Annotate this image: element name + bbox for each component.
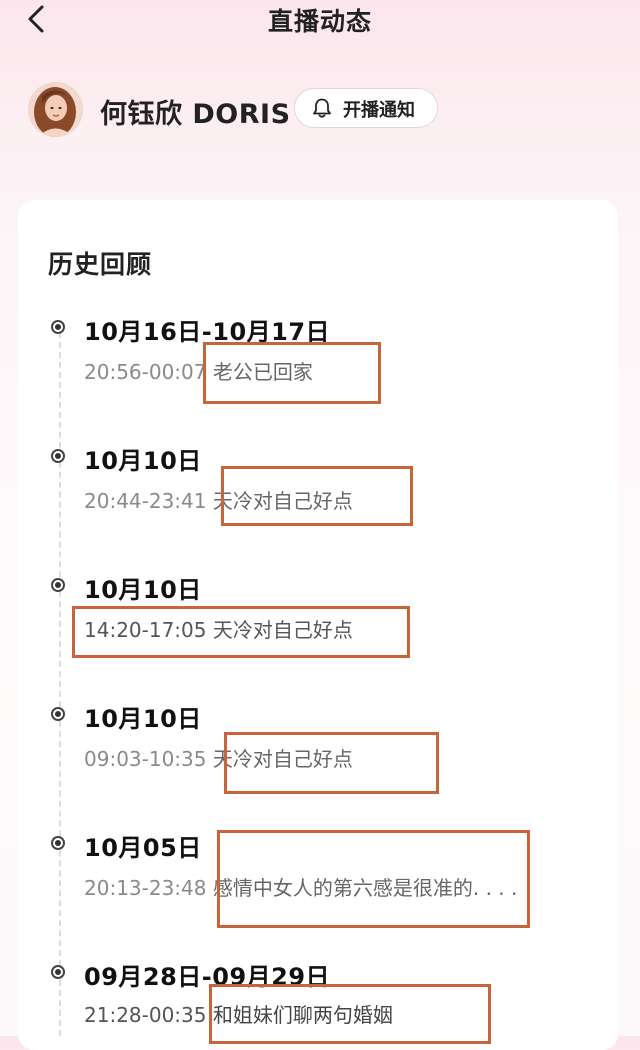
highlight-box [203,342,381,404]
entry-time: 09:03-10:35 [84,747,207,771]
entry-time: 20:44-23:41 [84,489,207,513]
highlight-box [209,984,491,1044]
entry-date: 10月10日 [84,576,202,604]
entry-date: 10月10日 [84,447,202,475]
timeline-dot [51,449,65,463]
entry-date: 10月05日 [84,834,202,862]
timeline-dot [51,707,65,721]
entry-time: 20:13-23:48 [84,876,207,900]
entry-date: 10月10日 [84,705,202,733]
timeline-dot [51,578,65,592]
timeline-line [59,332,61,1036]
section-title-history: 历史回顾 [48,250,153,279]
highlight-box [224,732,439,794]
timeline-entry[interactable]: 09月28日-09月29日 21:28-00:35 和姐妹们聊两句婚姻 [0,0,640,1044]
highlight-box [221,466,413,526]
highlight-box [217,830,530,928]
entry-time: 21:28-00:35 [84,1003,207,1027]
timeline-dot [51,320,65,334]
highlight-box [72,606,410,658]
timeline-dot [51,965,65,979]
entry-time: 20:56-00:07 [84,360,207,384]
timeline-dot [51,836,65,850]
